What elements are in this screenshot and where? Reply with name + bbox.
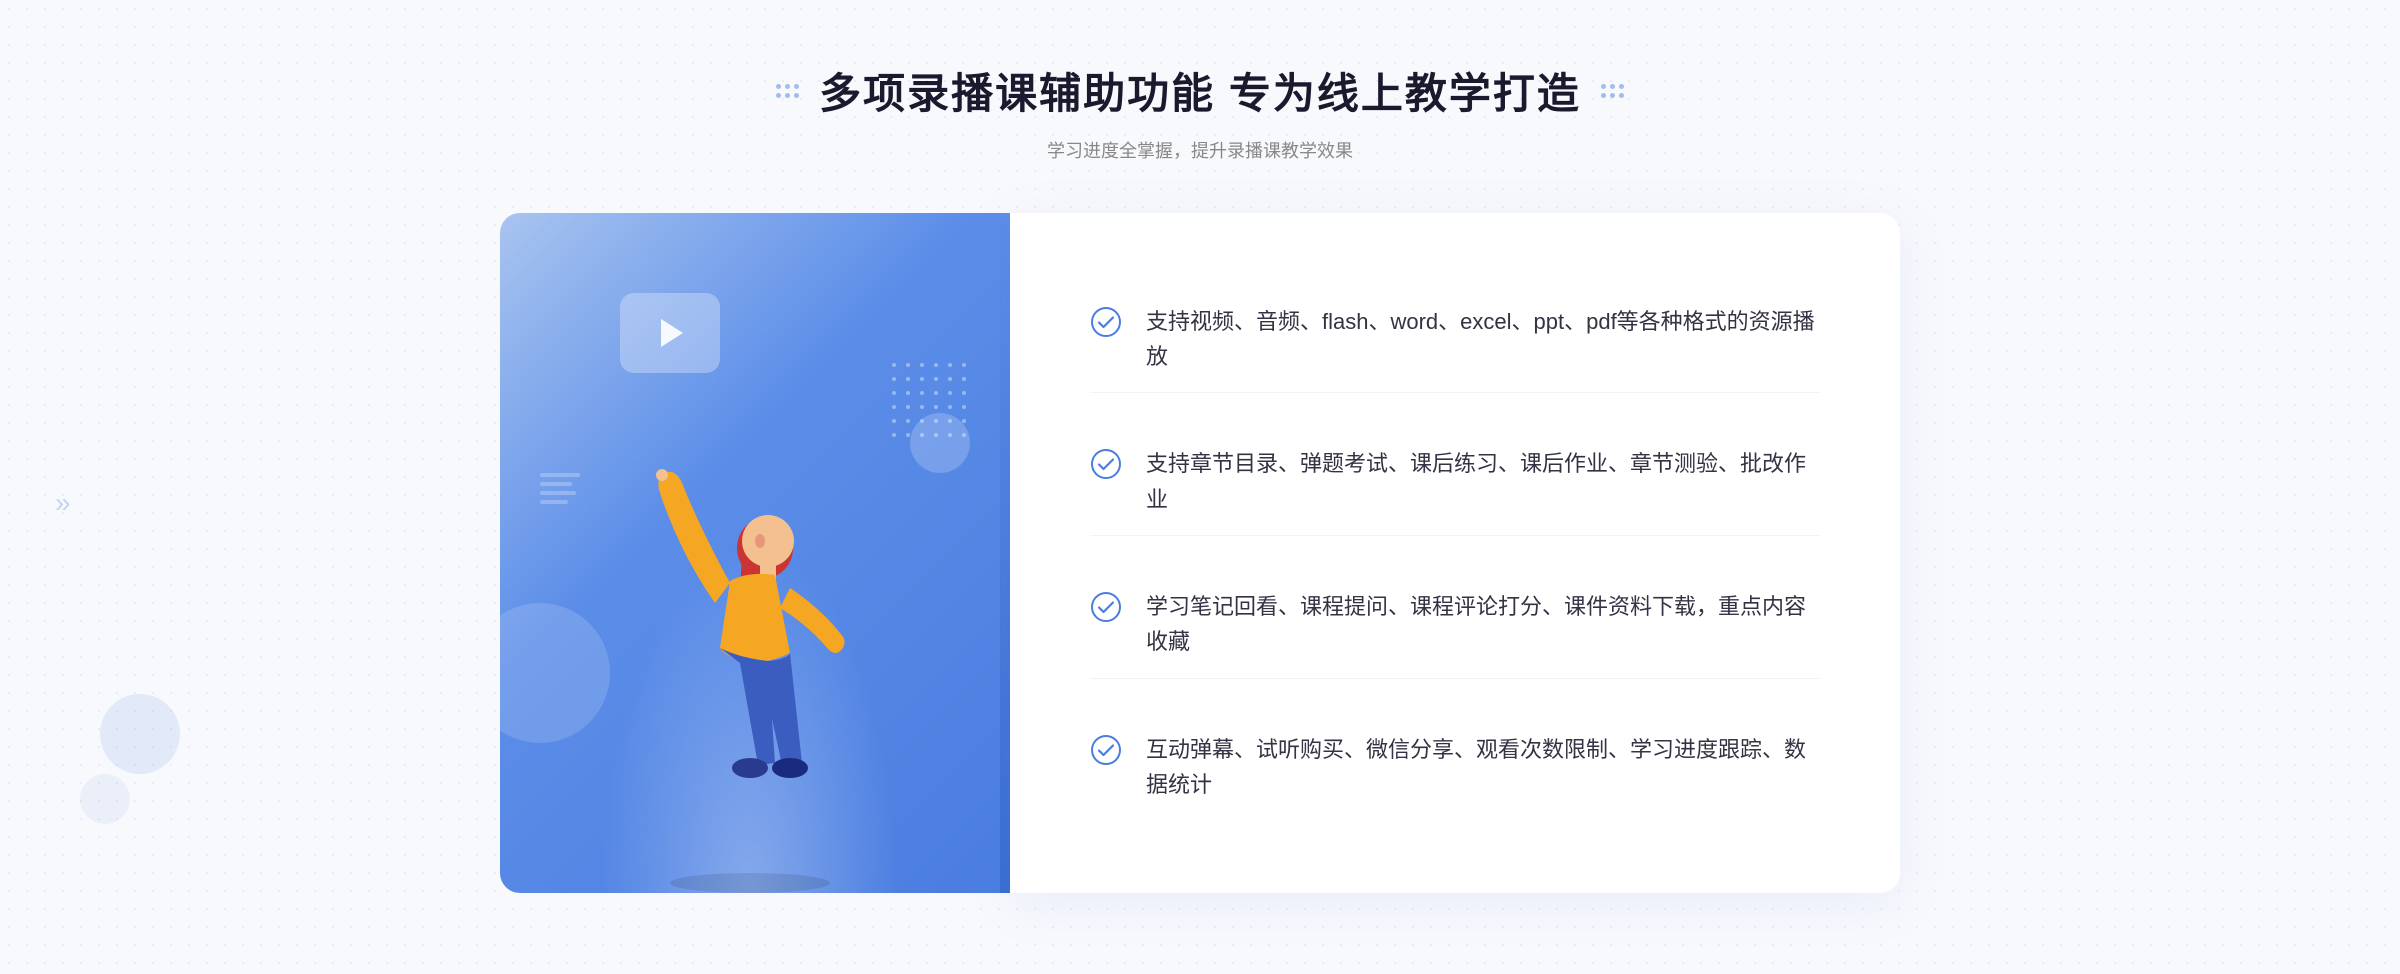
feature-text-3: 学习笔记回看、课程提问、课程评论打分、课件资料下载，重点内容收藏 <box>1146 589 1820 659</box>
dot <box>776 93 781 98</box>
check-icon-3 <box>1090 591 1122 623</box>
dot <box>785 84 790 89</box>
check-icon-1 <box>1090 306 1122 338</box>
features-card: 支持视频、音频、flash、word、excel、ppt、pdf等各种格式的资源… <box>1010 213 1900 893</box>
person-illustration <box>610 393 890 893</box>
feature-text-2: 支持章节目录、弹题考试、课后练习、课后作业、章节测验、批改作业 <box>1146 446 1820 516</box>
chevron-icon: » <box>55 487 71 519</box>
dot <box>794 93 799 98</box>
feature-text-1: 支持视频、音频、flash、word、excel、ppt、pdf等各种格式的资源… <box>1146 304 1820 374</box>
content-area: 支持视频、音频、flash、word、excel、ppt、pdf等各种格式的资源… <box>500 213 1900 893</box>
left-decoration-dots <box>776 84 799 98</box>
dot <box>1601 93 1606 98</box>
dot <box>1610 84 1615 89</box>
dot <box>1601 84 1606 89</box>
dot <box>794 84 799 89</box>
play-bubble <box>620 293 720 373</box>
dots-decoration <box>892 363 970 441</box>
dot <box>1619 93 1624 98</box>
check-icon-2 <box>1090 448 1122 480</box>
blue-vertical-divider <box>1000 213 1010 893</box>
dot <box>785 93 790 98</box>
feature-item-3: 学习笔记回看、课程提问、课程评论打分、课件资料下载，重点内容收藏 <box>1090 571 1820 678</box>
illus-stripe-lines <box>540 473 580 504</box>
check-icon-4 <box>1090 734 1122 766</box>
illustration-card <box>500 213 1000 893</box>
main-title: 多项录播课辅助功能 专为线上教学打造 <box>819 60 1581 121</box>
illus-large-circle <box>500 603 610 743</box>
feature-item-2: 支持章节目录、弹题考试、课后练习、课后作业、章节测验、批改作业 <box>1090 428 1820 535</box>
dot <box>1619 84 1624 89</box>
play-triangle-icon <box>661 319 683 347</box>
feature-item-4: 互动弹幕、试听购买、微信分享、观看次数限制、学习进度跟踪、数据统计 <box>1090 714 1820 820</box>
deco-circle-small <box>80 774 130 824</box>
deco-circle-large <box>100 694 180 774</box>
page-container: 多项录播课辅助功能 专为线上教学打造 学习进度全掌握，提升录播课教学效果 » <box>0 0 2400 974</box>
page-arrow-decoration: » <box>55 487 71 519</box>
header-section: 多项录播课辅助功能 专为线上教学打造 学习进度全掌握，提升录播课教学效果 <box>776 60 1624 163</box>
feature-text-4: 互动弹幕、试听购买、微信分享、观看次数限制、学习进度跟踪、数据统计 <box>1146 732 1820 802</box>
subtitle: 学习进度全掌握，提升录播课教学效果 <box>776 137 1624 163</box>
dot <box>776 84 781 89</box>
title-row: 多项录播课辅助功能 专为线上教学打造 <box>776 60 1624 121</box>
right-decoration-dots <box>1601 84 1624 98</box>
feature-item-1: 支持视频、音频、flash、word、excel、ppt、pdf等各种格式的资源… <box>1090 286 1820 393</box>
dot <box>1610 93 1615 98</box>
